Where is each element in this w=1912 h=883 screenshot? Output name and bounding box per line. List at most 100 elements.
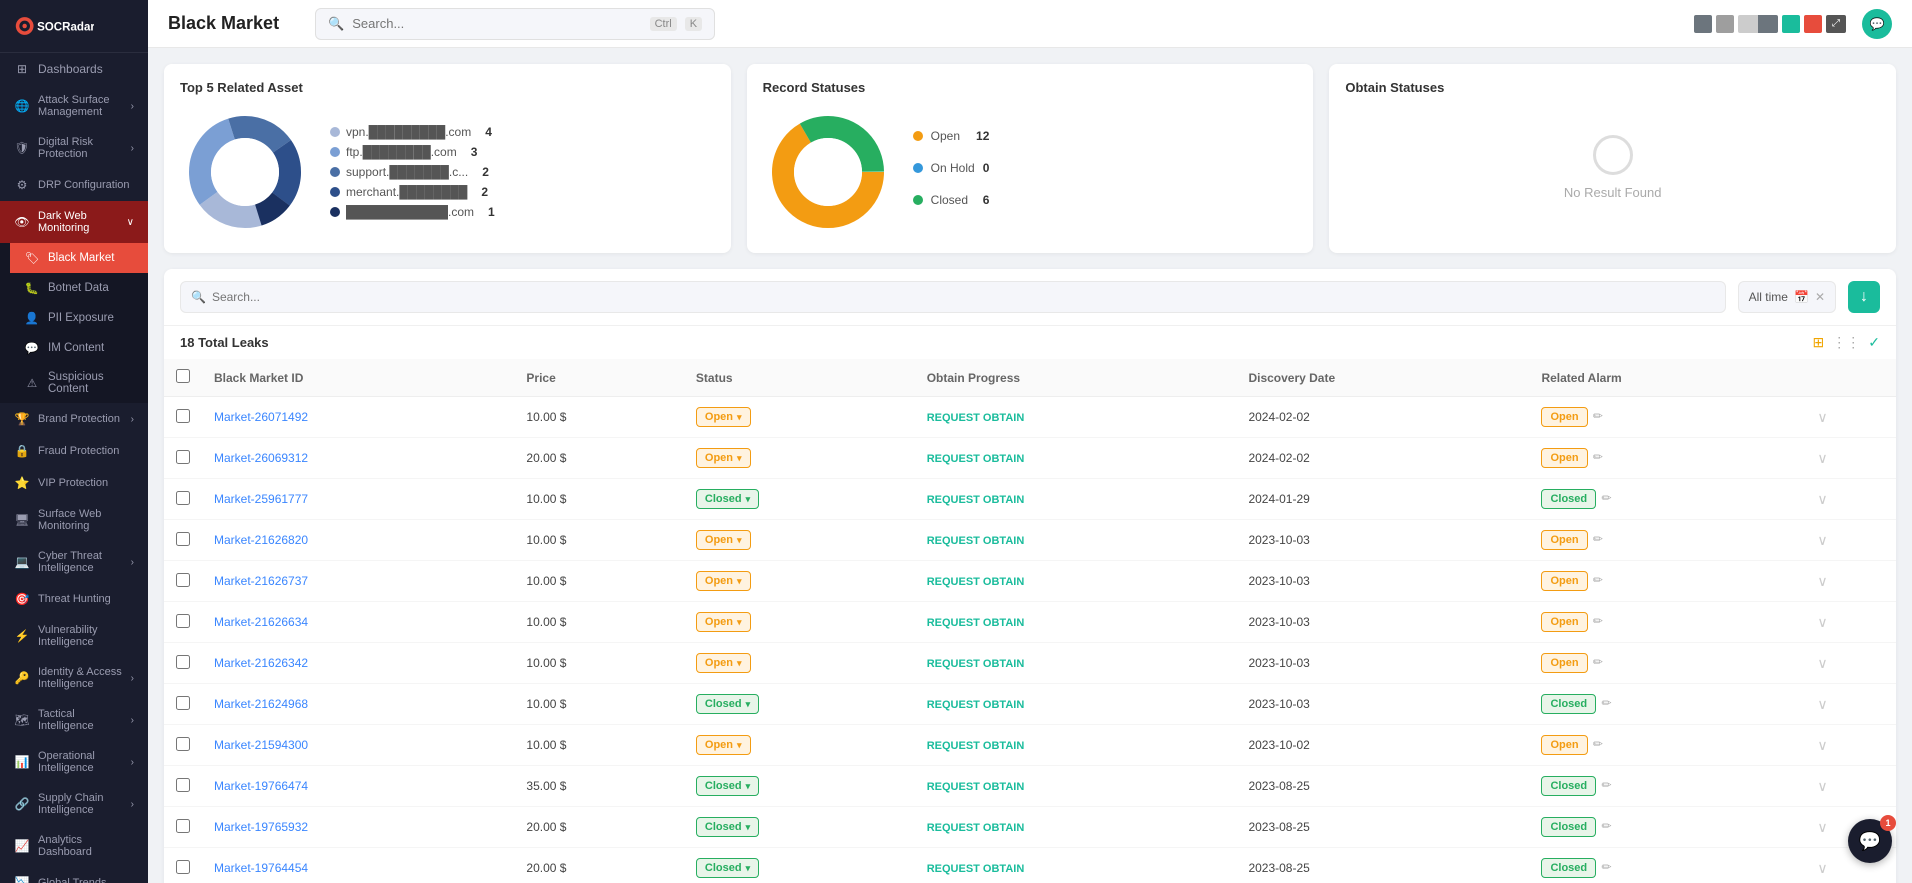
expand-row-icon[interactable]: ∨ <box>1817 573 1827 589</box>
row-checkbox[interactable] <box>176 819 190 833</box>
status-badge[interactable]: Open ▾ <box>696 735 751 755</box>
request-obtain-button[interactable]: REQUEST OBTAIN <box>927 699 1025 711</box>
row-checkbox[interactable] <box>176 450 190 464</box>
status-cell[interactable]: Closed ▾ <box>684 766 915 807</box>
row-checkbox[interactable] <box>176 655 190 669</box>
row-checkbox-cell[interactable] <box>164 725 202 766</box>
expand-row-icon[interactable]: ∨ <box>1817 737 1827 753</box>
request-obtain-button[interactable]: REQUEST OBTAIN <box>927 453 1025 465</box>
row-checkbox[interactable] <box>176 860 190 874</box>
row-checkbox-cell[interactable] <box>164 520 202 561</box>
sidebar-item-brand-protection[interactable]: 🏆 Brand Protection › <box>0 403 148 435</box>
obtain-progress-cell[interactable]: REQUEST OBTAIN <box>915 520 1237 561</box>
expand-row-icon[interactable]: ∨ <box>1817 614 1827 630</box>
sidebar-item-black-market[interactable]: 🏷 Black Market <box>10 243 148 273</box>
sidebar-item-surface-web[interactable]: 🖥 Surface Web Monitoring <box>0 499 148 541</box>
request-obtain-button[interactable]: REQUEST OBTAIN <box>927 412 1025 424</box>
status-cell[interactable]: Open ▾ <box>684 643 915 684</box>
request-obtain-button[interactable]: REQUEST OBTAIN <box>927 535 1025 547</box>
columns-icon[interactable]: ⋮⋮ <box>1832 334 1860 351</box>
sidebar-item-dashboards[interactable]: ⊞ Dashboards <box>0 53 148 85</box>
check-icon[interactable]: ✓ <box>1868 334 1880 351</box>
request-obtain-button[interactable]: REQUEST OBTAIN <box>927 617 1025 629</box>
table-search-input[interactable] <box>212 290 1715 304</box>
sidebar-item-pii-exposure[interactable]: 👤 PII Exposure <box>10 303 148 333</box>
sidebar-item-drp[interactable]: 🛡 Digital Risk Protection › <box>0 127 148 169</box>
status-cell[interactable]: Closed ▾ <box>684 848 915 883</box>
table-search-box[interactable]: 🔍 <box>180 281 1726 313</box>
alarm-edit-icon[interactable]: ✏ <box>1593 614 1603 628</box>
request-obtain-button[interactable]: REQUEST OBTAIN <box>927 494 1025 506</box>
sidebar-item-vip-protection[interactable]: ⭐ VIP Protection <box>0 467 148 499</box>
row-checkbox-cell[interactable] <box>164 643 202 684</box>
expand-row-icon[interactable]: ∨ <box>1817 532 1827 548</box>
row-checkbox[interactable] <box>176 409 190 423</box>
status-badge[interactable]: Open ▾ <box>696 571 751 591</box>
request-obtain-button[interactable]: REQUEST OBTAIN <box>927 863 1025 875</box>
row-checkbox[interactable] <box>176 491 190 505</box>
request-obtain-button[interactable]: REQUEST OBTAIN <box>927 822 1025 834</box>
sidebar-item-global-trends[interactable]: 📉 Global Trends <box>0 867 148 883</box>
expand-cell[interactable]: ∨ <box>1805 725 1896 766</box>
alarm-edit-icon[interactable]: ✏ <box>1593 532 1603 546</box>
sidebar-item-analytics[interactable]: 📈 Analytics Dashboard <box>0 825 148 867</box>
sidebar-item-attack-surface[interactable]: 🌐 Attack Surface Management › <box>0 85 148 127</box>
status-cell[interactable]: Open ▾ <box>684 602 915 643</box>
row-checkbox-cell[interactable] <box>164 848 202 883</box>
status-badge[interactable]: Open ▾ <box>696 530 751 550</box>
expand-row-icon[interactable]: ∨ <box>1817 491 1827 507</box>
alarm-edit-icon[interactable]: ✏ <box>1601 491 1611 505</box>
expand-cell[interactable]: ∨ <box>1805 520 1896 561</box>
status-badge[interactable]: Closed ▾ <box>696 817 759 837</box>
request-obtain-button[interactable]: REQUEST OBTAIN <box>927 781 1025 793</box>
expand-row-icon[interactable]: ∨ <box>1817 655 1827 671</box>
expand-cell[interactable]: ∨ <box>1805 766 1896 807</box>
alarm-edit-icon[interactable]: ✏ <box>1593 655 1603 669</box>
alarm-edit-icon[interactable]: ✏ <box>1601 860 1611 874</box>
row-checkbox-cell[interactable] <box>164 766 202 807</box>
row-checkbox[interactable] <box>176 614 190 628</box>
expand-cell[interactable]: ∨ <box>1805 397 1896 438</box>
sidebar-item-suspicious[interactable]: ⚠ Suspicious Content <box>10 363 148 403</box>
status-cell[interactable]: Open ▾ <box>684 397 915 438</box>
status-badge[interactable]: Open ▾ <box>696 653 751 673</box>
status-badge[interactable]: Closed ▾ <box>696 489 759 509</box>
alarm-edit-icon[interactable]: ✏ <box>1593 450 1603 464</box>
time-filter-dropdown[interactable]: All time 📅 ✕ <box>1738 281 1836 313</box>
status-badge[interactable]: Closed ▾ <box>696 694 759 714</box>
obtain-progress-cell[interactable]: REQUEST OBTAIN <box>915 438 1237 479</box>
filter-clear-button[interactable]: ✕ <box>1815 290 1825 304</box>
row-checkbox[interactable] <box>176 696 190 710</box>
status-badge[interactable]: Closed ▾ <box>696 858 759 878</box>
sidebar-item-supply-chain[interactable]: 🔗 Supply Chain Intelligence › <box>0 783 148 825</box>
status-cell[interactable]: Closed ▾ <box>684 479 915 520</box>
obtain-progress-cell[interactable]: REQUEST OBTAIN <box>915 479 1237 520</box>
row-checkbox-cell[interactable] <box>164 561 202 602</box>
sidebar-item-threat-hunting[interactable]: 🎯 Threat Hunting <box>0 583 148 615</box>
alarm-edit-icon[interactable]: ✏ <box>1593 573 1603 587</box>
expand-cell[interactable]: ∨ <box>1805 438 1896 479</box>
status-badge[interactable]: Open ▾ <box>696 612 751 632</box>
sidebar-item-dark-web[interactable]: 👁 Dark Web Monitoring ∨ <box>0 201 148 243</box>
expand-cell[interactable]: ∨ <box>1805 684 1896 725</box>
expand-cell[interactable]: ∨ <box>1805 602 1896 643</box>
sidebar-item-im-content[interactable]: 💬 IM Content <box>10 333 148 363</box>
obtain-progress-cell[interactable]: REQUEST OBTAIN <box>915 397 1237 438</box>
row-checkbox[interactable] <box>176 532 190 546</box>
row-checkbox[interactable] <box>176 778 190 792</box>
obtain-progress-cell[interactable]: REQUEST OBTAIN <box>915 807 1237 848</box>
row-checkbox-cell[interactable] <box>164 479 202 520</box>
status-cell[interactable]: Open ▾ <box>684 561 915 602</box>
obtain-progress-cell[interactable]: REQUEST OBTAIN <box>915 766 1237 807</box>
status-cell[interactable]: Closed ▾ <box>684 684 915 725</box>
alarm-edit-icon[interactable]: ✏ <box>1601 696 1611 710</box>
expand-row-icon[interactable]: ∨ <box>1817 819 1827 835</box>
export-button[interactable]: ↓ <box>1848 281 1880 313</box>
sidebar-item-vulnerability[interactable]: ⚡ Vulnerability Intelligence <box>0 615 148 657</box>
alarm-edit-icon[interactable]: ✏ <box>1593 409 1603 423</box>
global-search-input[interactable] <box>352 16 641 31</box>
row-checkbox-cell[interactable] <box>164 807 202 848</box>
status-badge[interactable]: Open ▾ <box>696 407 751 427</box>
expand-cell[interactable]: ∨ <box>1805 479 1896 520</box>
filter-icon[interactable]: ⊞ <box>1813 334 1825 351</box>
